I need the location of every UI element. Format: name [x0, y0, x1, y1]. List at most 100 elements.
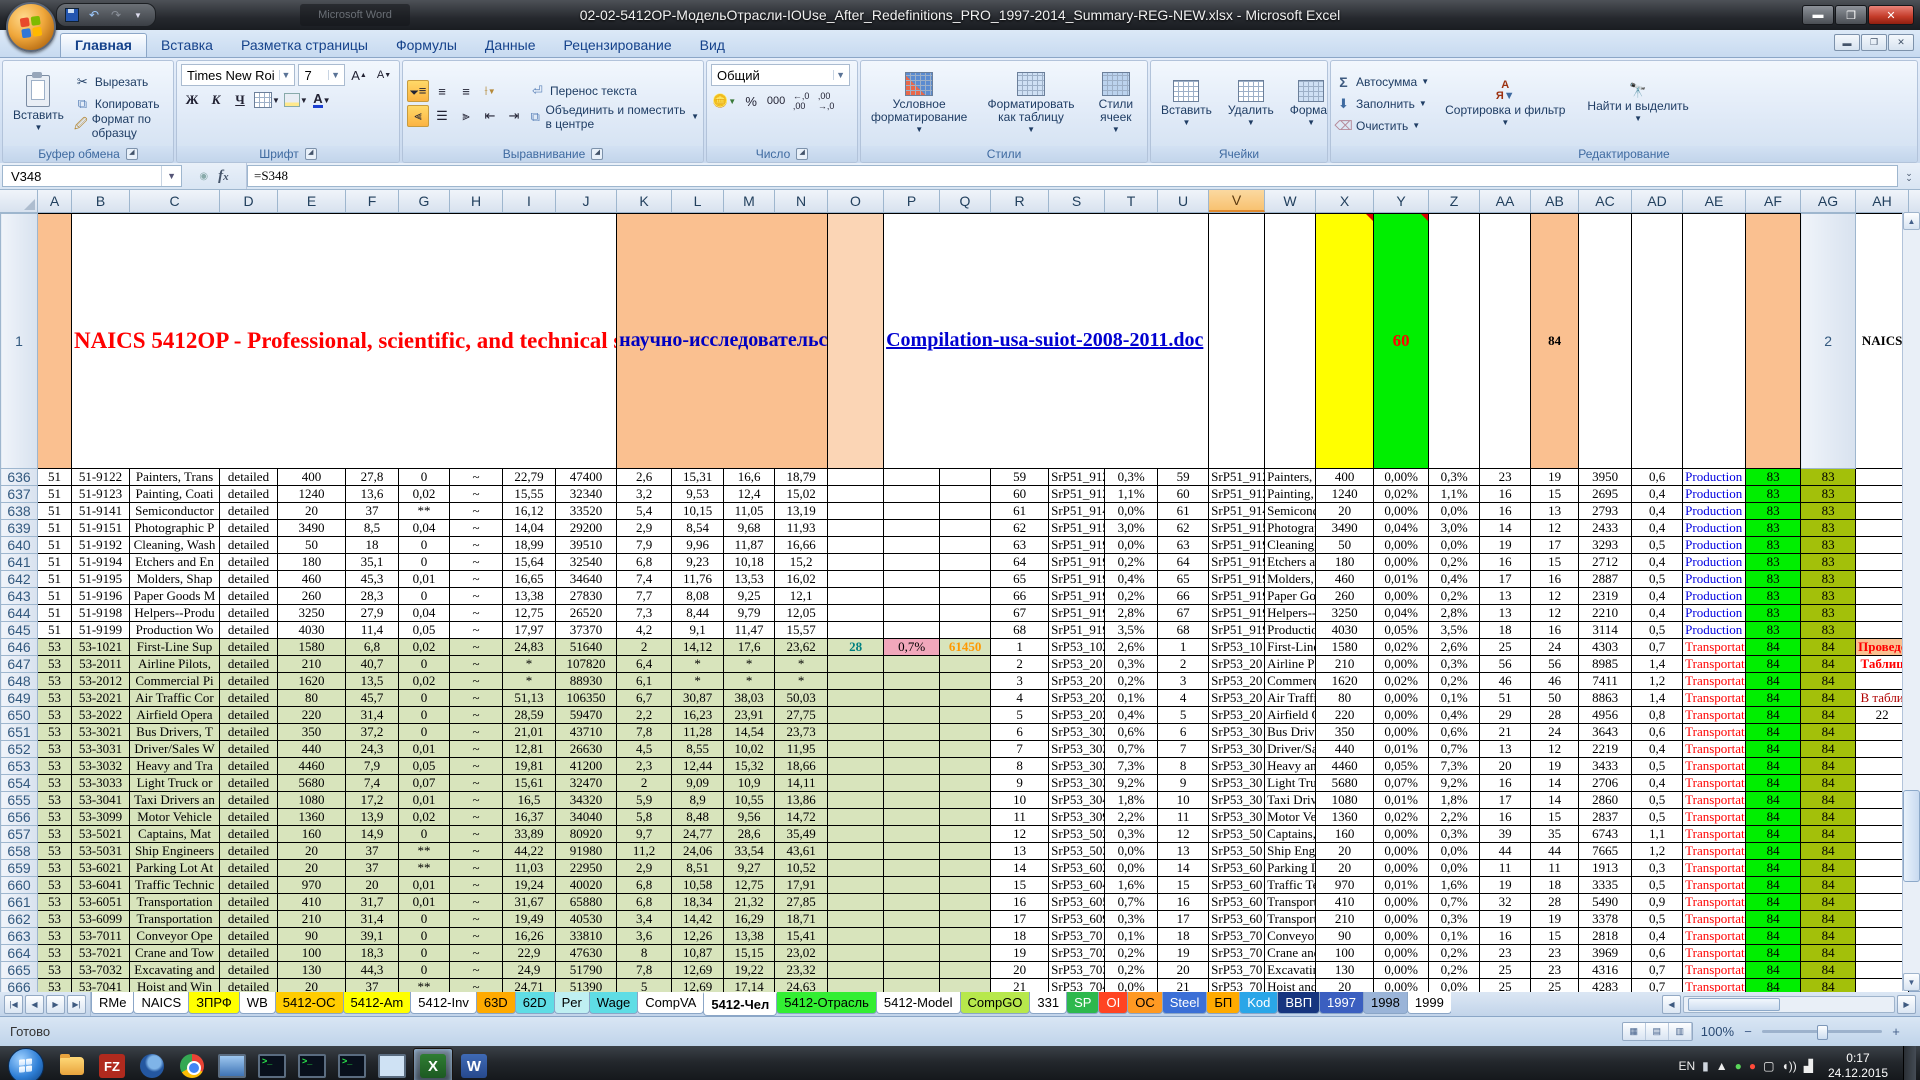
cell[interactable]: 53	[38, 842, 72, 859]
cell[interactable]: 210	[1316, 655, 1374, 672]
cell[interactable]: 460	[278, 570, 346, 587]
cell[interactable]: 4460	[278, 757, 346, 774]
cell[interactable]: 1360	[1316, 808, 1374, 825]
cell[interactable]: Transportat	[1683, 893, 1746, 910]
row-header[interactable]: 657	[1, 825, 38, 842]
cell[interactable]: ~	[450, 757, 503, 774]
cell[interactable]: 32340	[556, 485, 617, 502]
cell[interactable]: 40,7	[346, 655, 399, 672]
cell[interactable]: 12,75	[503, 604, 556, 621]
cell[interactable]: 6,8	[346, 638, 399, 655]
vertical-scroll-thumb[interactable]	[1903, 790, 1920, 882]
cell[interactable]: 84	[1746, 740, 1801, 757]
cell[interactable]: 56	[1480, 655, 1531, 672]
row-header[interactable]: 637	[1, 485, 38, 502]
cell[interactable]: 83	[1801, 553, 1856, 570]
zoom-in-icon[interactable]: +	[1890, 1024, 1902, 1039]
cell[interactable]	[884, 723, 940, 740]
cell[interactable]: detailed	[220, 468, 278, 485]
cell[interactable]: 0,5	[1632, 910, 1683, 927]
cell[interactable]: 10,02	[724, 740, 775, 757]
cell[interactable]: 33810	[556, 927, 617, 944]
cell[interactable]: SrP51_9195	[1049, 570, 1105, 587]
zoom-level[interactable]: 100%	[1701, 1024, 1734, 1039]
cell[interactable]: 16	[1158, 893, 1209, 910]
cell[interactable]: SrP53_70	[1209, 961, 1265, 978]
cell[interactable]	[1856, 859, 1909, 876]
cell[interactable]: 0	[399, 706, 450, 723]
cell[interactable]: 51390	[556, 978, 617, 992]
cell[interactable]: Conveyor	[1265, 927, 1316, 944]
cell[interactable]: Bus Drivers, T	[130, 723, 220, 740]
language-indicator[interactable]: EN	[1678, 1059, 1695, 1073]
cell[interactable]: 1080	[278, 791, 346, 808]
cell[interactable]: 53-3021	[72, 723, 130, 740]
cell[interactable]: 20	[1158, 961, 1209, 978]
cell[interactable]: 46	[1480, 672, 1531, 689]
cell[interactable]: 1	[991, 638, 1049, 655]
cell[interactable]: 4,5	[617, 740, 672, 757]
column-header-AG[interactable]: AG	[1801, 190, 1856, 212]
cell[interactable]: ~	[450, 689, 503, 706]
cell[interactable]: 23,62	[775, 638, 828, 655]
cell[interactable]: 19	[1480, 910, 1531, 927]
cell[interactable]: 0,0%	[1105, 502, 1158, 519]
cell[interactable]: 0,0%	[1429, 859, 1480, 876]
cell[interactable]: First-Line	[1265, 638, 1316, 655]
cell[interactable]: 24	[1531, 638, 1579, 655]
show-desktop-button[interactable]	[1903, 1046, 1916, 1080]
cell[interactable]: ~	[450, 723, 503, 740]
cell[interactable]: 6,1	[617, 672, 672, 689]
cell[interactable]: SrP53_7032	[1049, 961, 1105, 978]
cell[interactable]: SrP51_919	[1209, 553, 1265, 570]
cell[interactable]: 16	[1480, 774, 1531, 791]
cell[interactable]: 84	[1746, 723, 1801, 740]
cell[interactable]: 0,7%	[884, 638, 940, 655]
cut-button[interactable]: ✂Вырезать	[74, 71, 169, 93]
cell[interactable]: Painters, T	[1265, 468, 1316, 485]
number-dialog-launcher-icon[interactable]: ◢	[796, 148, 808, 160]
cell[interactable]	[1856, 570, 1909, 587]
cell[interactable]: 7,8	[617, 961, 672, 978]
taskbar-excel-button[interactable]: X	[413, 1048, 453, 1080]
cell[interactable]: 53-7041	[72, 978, 130, 992]
cell[interactable]: 7,4	[346, 774, 399, 791]
cell[interactable]	[940, 791, 991, 808]
cell[interactable]: Captains,	[1265, 825, 1316, 842]
cell[interactable]: 0,3%	[1105, 655, 1158, 672]
cell[interactable]	[828, 689, 884, 706]
cell[interactable]: SrP51_915	[1209, 519, 1265, 536]
cell[interactable]: 0,0%	[1429, 536, 1480, 553]
cell[interactable]	[940, 723, 991, 740]
row-header[interactable]: 638	[1, 502, 38, 519]
cell[interactable]: 53-6099	[72, 910, 130, 927]
cell[interactable]: 9,27	[724, 859, 775, 876]
cell[interactable]: 1,4	[1632, 655, 1683, 672]
cell[interactable]: 28	[1531, 706, 1579, 723]
cell[interactable]: 56	[1531, 655, 1579, 672]
cell[interactable]: 84	[1801, 655, 1856, 672]
cell[interactable]: Transportat	[1683, 774, 1746, 791]
cell[interactable]: 84	[1746, 757, 1801, 774]
cell[interactable]: 20	[346, 876, 399, 893]
cell[interactable]: 51	[38, 519, 72, 536]
column-header-L[interactable]: L	[672, 190, 724, 212]
cell[interactable]: 9,96	[672, 536, 724, 553]
cell[interactable]: Production C	[1683, 485, 1746, 502]
cell[interactable]: 6,8	[617, 553, 672, 570]
ati-icon[interactable]: ●	[1749, 1059, 1756, 1073]
cell[interactable]: Painting, C	[1265, 485, 1316, 502]
network-icon[interactable]: ▟	[1804, 1059, 1813, 1073]
cell[interactable]: 53	[38, 808, 72, 825]
cell[interactable]: Driver/Sal	[1265, 740, 1316, 757]
percent-style-button[interactable]: %	[740, 90, 762, 112]
cell[interactable]: 14	[1531, 774, 1579, 791]
cell[interactable]: 5490	[1579, 893, 1632, 910]
cell[interactable]	[1746, 214, 1801, 469]
cell[interactable]: 0	[399, 910, 450, 927]
cell[interactable]: В табли	[1856, 689, 1909, 706]
cell[interactable]: 13	[991, 842, 1049, 859]
cell[interactable]	[1856, 740, 1909, 757]
cell[interactable]: 14	[1480, 519, 1531, 536]
cell[interactable]: 37	[346, 859, 399, 876]
